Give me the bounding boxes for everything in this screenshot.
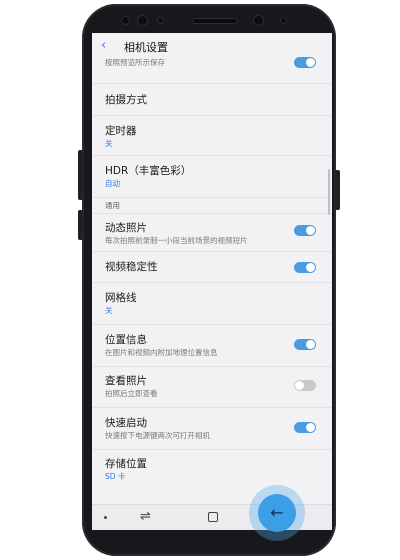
settings-row-location[interactable]: 位置信息 在图片和视频内附加地理位置信息 xyxy=(92,325,332,367)
recent-apps-icon[interactable]: ⇌ xyxy=(140,509,151,524)
sensor-icon xyxy=(122,17,129,24)
volume-down-button xyxy=(78,210,83,240)
toggle-switch[interactable] xyxy=(294,380,316,391)
settings-row-save-preview[interactable]: 按照预览所示保存 xyxy=(92,57,332,84)
earpiece-speaker xyxy=(193,19,237,23)
row-subtext: 每次拍照前录制一小段当前场景的视频短片 xyxy=(105,236,248,245)
toggle-switch[interactable] xyxy=(294,262,316,273)
settings-row-quick-launch[interactable]: 快速启动 快速按下电源键两次可打开相机 xyxy=(92,408,332,450)
settings-row-storage-location[interactable]: 存储位置 SD 卡 xyxy=(92,450,332,492)
settings-row-motion-photo[interactable]: 动态照片 每次拍照前录制一小段当前场景的视频短片 xyxy=(92,214,332,252)
toggle-switch[interactable] xyxy=(294,339,316,350)
front-camera-icon xyxy=(254,16,263,25)
row-label: 拍摄方式 xyxy=(105,94,147,106)
row-label: 定时器 xyxy=(105,125,137,137)
row-label: HDR（丰富色彩） xyxy=(105,165,192,177)
row-label: 网格线 xyxy=(105,292,137,304)
settings-row-video-stabilization[interactable]: 视频稳定性 xyxy=(92,252,332,283)
settings-row-shooting-method[interactable]: 拍摄方式 xyxy=(92,84,332,116)
row-value: SD 卡 xyxy=(105,472,126,481)
toggle-switch[interactable] xyxy=(294,422,316,433)
back-arrow-icon[interactable]: ‹ xyxy=(101,39,113,53)
toggle-switch[interactable] xyxy=(294,57,316,68)
app-bar: ‹ 相机设置 xyxy=(92,33,332,59)
settings-row-grid-lines[interactable]: 网格线 关 xyxy=(92,283,332,325)
row-value: 关 xyxy=(105,139,113,148)
settings-row-hdr[interactable]: HDR（丰富色彩） 自动 xyxy=(92,156,332,198)
settings-list: 按照预览所示保存 拍摄方式 定时器 关 HDR（丰富色彩） 自动 通用 动态照片… xyxy=(92,57,332,492)
home-icon[interactable] xyxy=(208,512,218,522)
settings-row-timer[interactable]: 定时器 关 xyxy=(92,116,332,156)
iris-scanner-icon xyxy=(138,16,147,25)
back-icon[interactable]: ← xyxy=(258,494,296,532)
row-value: 自动 xyxy=(105,179,120,188)
page-title: 相机设置 xyxy=(124,41,168,54)
screen: ‹ 相机设置 按照预览所示保存 拍摄方式 定时器 关 HDR（丰富色彩） 自动 … xyxy=(92,33,332,530)
scrollbar[interactable] xyxy=(328,169,330,215)
section-header-general: 通用 xyxy=(92,198,332,214)
led-icon xyxy=(158,18,163,23)
power-button xyxy=(335,170,340,210)
toggle-switch[interactable] xyxy=(294,225,316,236)
row-label: 存储位置 xyxy=(105,458,147,470)
settings-row-review-pictures[interactable]: 查看照片 拍照后立即查看 xyxy=(92,367,332,408)
volume-up-button xyxy=(78,150,83,200)
row-value: 关 xyxy=(105,306,113,315)
hide-nav-dot-icon[interactable] xyxy=(104,516,107,519)
proximity-sensor-icon xyxy=(281,18,286,23)
